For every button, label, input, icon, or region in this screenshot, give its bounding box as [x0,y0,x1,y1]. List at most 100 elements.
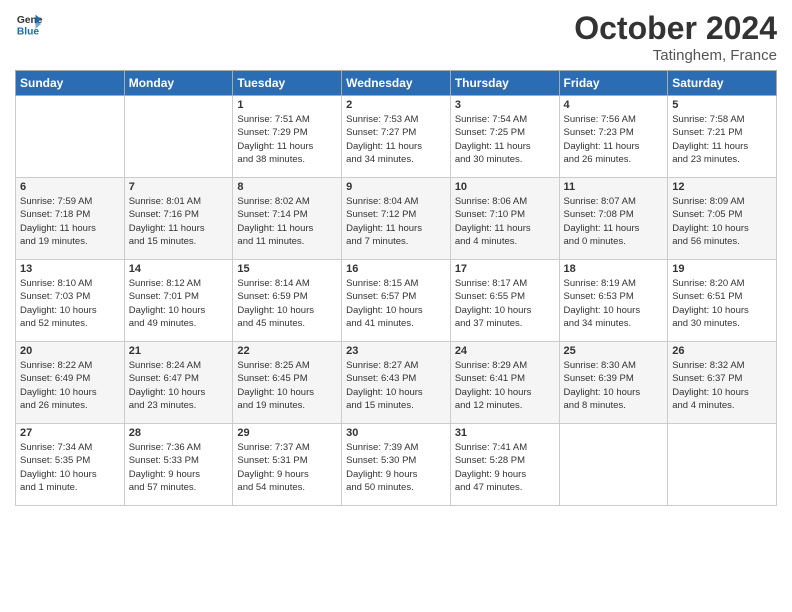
calendar-cell: 29 Sunrise: 7:37 AMSunset: 5:31 PMDayligh… [233,424,342,506]
logo-icon: General Blue [15,10,43,38]
cell-content: Sunrise: 7:51 AMSunset: 7:29 PMDaylight:… [237,113,337,166]
calendar-cell: 11 Sunrise: 8:07 AMSunset: 7:08 PMDayligh… [559,178,668,260]
day-number: 10 [455,181,555,193]
cell-content: Sunrise: 7:58 AMSunset: 7:21 PMDaylight:… [672,113,772,166]
cell-content: Sunrise: 8:25 AMSunset: 6:45 PMDaylight:… [237,359,337,412]
calendar-cell: 23 Sunrise: 8:27 AMSunset: 6:43 PMDayligh… [342,342,451,424]
calendar-cell: 28 Sunrise: 7:36 AMSunset: 5:33 PMDayligh… [124,424,233,506]
header: General Blue October 2024 Tatinghem, Fra… [15,10,777,64]
calendar-cell [559,424,668,506]
calendar-cell: 24 Sunrise: 8:29 AMSunset: 6:41 PMDayligh… [450,342,559,424]
calendar-cell: 19 Sunrise: 8:20 AMSunset: 6:51 PMDayligh… [668,260,777,342]
cell-content: Sunrise: 8:09 AMSunset: 7:05 PMDaylight:… [672,195,772,248]
day-number: 28 [129,427,229,439]
cell-content: Sunrise: 8:06 AMSunset: 7:10 PMDaylight:… [455,195,555,248]
cell-content: Sunrise: 8:04 AMSunset: 7:12 PMDaylight:… [346,195,446,248]
cell-content: Sunrise: 8:24 AMSunset: 6:47 PMDaylight:… [129,359,229,412]
day-number: 23 [346,345,446,357]
calendar-cell: 6Sunrise: 7:59 AMSunset: 7:18 PMDaylight… [16,178,125,260]
weekday-header-tuesday: Tuesday [233,71,342,96]
calendar-cell [124,96,233,178]
cell-content: Sunrise: 8:17 AMSunset: 6:55 PMDaylight:… [455,277,555,330]
calendar-week-row: 20 Sunrise: 8:22 AMSunset: 6:49 PMDayligh… [16,342,777,424]
calendar-cell: 31Sunrise: 7:41 AMSunset: 5:28 PMDayligh… [450,424,559,506]
page-container: General Blue October 2024 Tatinghem, Fra… [0,0,792,516]
cell-content: Sunrise: 8:20 AMSunset: 6:51 PMDaylight:… [672,277,772,330]
calendar-cell [16,96,125,178]
cell-content: Sunrise: 8:19 AMSunset: 6:53 PMDaylight:… [564,277,664,330]
day-number: 20 [20,345,120,357]
calendar-cell: 9 Sunrise: 8:04 AMSunset: 7:12 PMDaylight… [342,178,451,260]
day-number: 31 [455,427,555,439]
weekday-header-friday: Friday [559,71,668,96]
cell-content: Sunrise: 8:01 AMSunset: 7:16 PMDaylight:… [129,195,229,248]
calendar-cell: 14 Sunrise: 8:12 AMSunset: 7:01 PMDayligh… [124,260,233,342]
month-title: October 2024 [574,10,777,47]
day-number: 7 [129,181,229,193]
calendar-week-row: 13Sunrise: 8:10 AMSunset: 7:03 PMDayligh… [16,260,777,342]
cell-content: Sunrise: 8:30 AMSunset: 6:39 PMDaylight:… [564,359,664,412]
calendar-cell: 12 Sunrise: 8:09 AMSunset: 7:05 PMDayligh… [668,178,777,260]
day-number: 16 [346,263,446,275]
cell-content: Sunrise: 7:39 AMSunset: 5:30 PMDaylight:… [346,441,446,494]
cell-content: Sunrise: 8:12 AMSunset: 7:01 PMDaylight:… [129,277,229,330]
day-number: 15 [237,263,337,275]
day-number: 19 [672,263,772,275]
day-number: 25 [564,345,664,357]
calendar-cell: 21 Sunrise: 8:24 AMSunset: 6:47 PMDayligh… [124,342,233,424]
calendar-cell: 27Sunrise: 7:34 AMSunset: 5:35 PMDayligh… [16,424,125,506]
day-number: 24 [455,345,555,357]
day-number: 14 [129,263,229,275]
cell-content: Sunrise: 7:53 AMSunset: 7:27 PMDaylight:… [346,113,446,166]
cell-content: Sunrise: 8:27 AMSunset: 6:43 PMDaylight:… [346,359,446,412]
calendar-cell: 16 Sunrise: 8:15 AMSunset: 6:57 PMDayligh… [342,260,451,342]
weekday-header-saturday: Saturday [668,71,777,96]
day-number: 22 [237,345,337,357]
day-number: 4 [564,99,664,111]
calendar-table: SundayMondayTuesdayWednesdayThursdayFrid… [15,70,777,506]
calendar-cell: 1 Sunrise: 7:51 AMSunset: 7:29 PMDaylight… [233,96,342,178]
cell-content: Sunrise: 7:36 AMSunset: 5:33 PMDaylight:… [129,441,229,494]
day-number: 2 [346,99,446,111]
day-number: 11 [564,181,664,193]
weekday-header-row: SundayMondayTuesdayWednesdayThursdayFrid… [16,71,777,96]
day-number: 29 [237,427,337,439]
weekday-header-thursday: Thursday [450,71,559,96]
day-number: 1 [237,99,337,111]
calendar-cell: 3Sunrise: 7:54 AMSunset: 7:25 PMDaylight… [450,96,559,178]
cell-content: Sunrise: 8:32 AMSunset: 6:37 PMDaylight:… [672,359,772,412]
logo: General Blue [15,10,43,38]
weekday-header-wednesday: Wednesday [342,71,451,96]
day-number: 26 [672,345,772,357]
cell-content: Sunrise: 7:37 AMSunset: 5:31 PMDaylight:… [237,441,337,494]
day-number: 9 [346,181,446,193]
cell-content: Sunrise: 8:14 AMSunset: 6:59 PMDaylight:… [237,277,337,330]
day-number: 12 [672,181,772,193]
day-number: 5 [672,99,772,111]
day-number: 3 [455,99,555,111]
cell-content: Sunrise: 8:10 AMSunset: 7:03 PMDaylight:… [20,277,120,330]
calendar-cell: 13Sunrise: 8:10 AMSunset: 7:03 PMDayligh… [16,260,125,342]
calendar-cell: 30Sunrise: 7:39 AMSunset: 5:30 PMDayligh… [342,424,451,506]
calendar-cell: 15 Sunrise: 8:14 AMSunset: 6:59 PMDayligh… [233,260,342,342]
day-number: 17 [455,263,555,275]
cell-content: Sunrise: 8:29 AMSunset: 6:41 PMDaylight:… [455,359,555,412]
day-number: 18 [564,263,664,275]
calendar-week-row: 1 Sunrise: 7:51 AMSunset: 7:29 PMDaylight… [16,96,777,178]
calendar-cell: 22 Sunrise: 8:25 AMSunset: 6:45 PMDayligh… [233,342,342,424]
calendar-cell: 26 Sunrise: 8:32 AMSunset: 6:37 PMDayligh… [668,342,777,424]
weekday-header-sunday: Sunday [16,71,125,96]
cell-content: Sunrise: 8:15 AMSunset: 6:57 PMDaylight:… [346,277,446,330]
calendar-cell: 25 Sunrise: 8:30 AMSunset: 6:39 PMDayligh… [559,342,668,424]
cell-content: Sunrise: 8:02 AMSunset: 7:14 PMDaylight:… [237,195,337,248]
day-number: 8 [237,181,337,193]
calendar-cell: 20 Sunrise: 8:22 AMSunset: 6:49 PMDayligh… [16,342,125,424]
calendar-cell: 4Sunrise: 7:56 AMSunset: 7:23 PMDaylight… [559,96,668,178]
cell-content: Sunrise: 8:22 AMSunset: 6:49 PMDaylight:… [20,359,120,412]
cell-content: Sunrise: 8:07 AMSunset: 7:08 PMDaylight:… [564,195,664,248]
weekday-header-monday: Monday [124,71,233,96]
day-number: 6 [20,181,120,193]
calendar-week-row: 27Sunrise: 7:34 AMSunset: 5:35 PMDayligh… [16,424,777,506]
day-number: 21 [129,345,229,357]
cell-content: Sunrise: 7:34 AMSunset: 5:35 PMDaylight:… [20,441,120,494]
